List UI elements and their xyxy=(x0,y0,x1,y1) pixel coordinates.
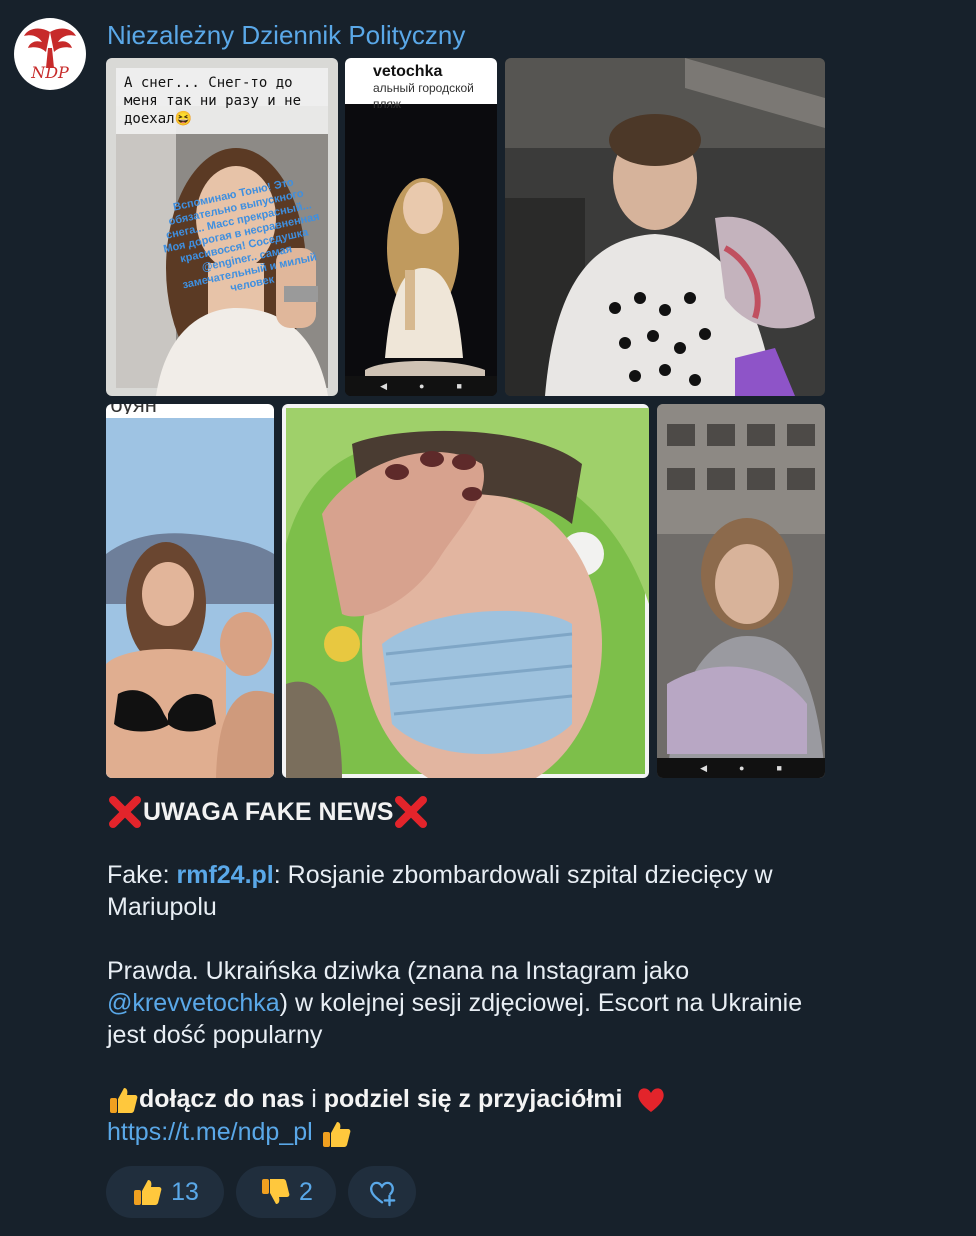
thumbs-up-icon xyxy=(322,1121,351,1147)
cta-paragraph: dołącz do nas i podziel się z przyjaciół… xyxy=(107,1083,817,1150)
phone-nav-bar: ◀ ● ■ xyxy=(345,376,497,396)
avatar-logo-text: NDP xyxy=(30,63,69,82)
thumbs-down-icon xyxy=(262,1179,290,1204)
reaction-thumbs-down[interactable]: 2 xyxy=(236,1166,336,1218)
album-photo-3[interactable] xyxy=(505,58,825,396)
album-photo-1[interactable]: А снег... Снег-то до меня так ни разу и … xyxy=(106,58,338,396)
cropped-caption: буян xyxy=(106,404,274,414)
nav-home-icon: ● xyxy=(739,763,745,773)
instagram-username: vetochka xyxy=(373,63,443,80)
truth-start: Prawda. Ukraińska dziwka (znana na Insta… xyxy=(107,957,690,985)
nav-home-icon: ● xyxy=(419,381,425,391)
channel-url-link[interactable]: https://t.me/ndp_pl xyxy=(107,1118,313,1146)
nav-recent-icon: ■ xyxy=(456,381,462,391)
fake-source-link[interactable]: rmf24.pl xyxy=(176,861,273,889)
thumbs-up-icon xyxy=(110,1088,138,1114)
red-heart-icon xyxy=(638,1088,665,1113)
add-reaction-button[interactable] xyxy=(348,1166,416,1218)
reaction-count: 2 xyxy=(299,1177,313,1206)
reactions-bar: 13 2 xyxy=(106,1166,416,1218)
headline: UWAGA FAKE NEWS xyxy=(107,794,429,830)
add-reaction-icon xyxy=(370,1181,396,1207)
album-photo-2[interactable]: vetochka альный городской пляж ◀ ● ■ xyxy=(345,58,497,396)
album-photo-6[interactable]: ◀ ● ■ xyxy=(657,404,825,778)
thumbs-up-icon xyxy=(134,1180,162,1205)
nav-back-icon: ◀ xyxy=(380,380,388,391)
fake-paragraph: Fake: rmf24.pl: Rosjanie zbombardowali s… xyxy=(107,859,817,923)
album-photo-4[interactable]: буян xyxy=(106,404,274,778)
channel-avatar[interactable]: NDP xyxy=(14,18,86,90)
channel-name[interactable]: Niezależny Dziennik Polityczny xyxy=(107,20,465,51)
phone-nav-bar-2: ◀ ● ■ xyxy=(657,758,825,778)
fake-prefix: Fake: xyxy=(107,861,177,889)
nav-back-icon: ◀ xyxy=(700,762,708,773)
story-caption: А снег... Снег-то до меня так ни разу и … xyxy=(116,68,328,134)
cta-share: podziel się z przyjaciółmi xyxy=(323,1085,623,1113)
headline-text: UWAGA FAKE NEWS xyxy=(143,797,394,826)
red-x-icon xyxy=(395,796,428,828)
cta-mid: i xyxy=(304,1085,324,1113)
album-photo-5[interactable] xyxy=(282,404,649,778)
instagram-header: vetochka альный городской пляж xyxy=(345,58,497,111)
nav-recent-icon: ■ xyxy=(776,763,782,773)
reaction-count: 13 xyxy=(171,1177,199,1206)
instagram-location: альный городской пляж xyxy=(373,81,474,111)
red-x-icon xyxy=(109,796,141,828)
cta-join: dołącz do nas xyxy=(139,1085,305,1113)
instagram-mention-link[interactable]: @krevvetochka xyxy=(107,989,280,1017)
truth-paragraph: Prawda. Ukraińska dziwka (znana na Insta… xyxy=(107,955,817,1051)
reaction-thumbs-up[interactable]: 13 xyxy=(106,1166,224,1218)
